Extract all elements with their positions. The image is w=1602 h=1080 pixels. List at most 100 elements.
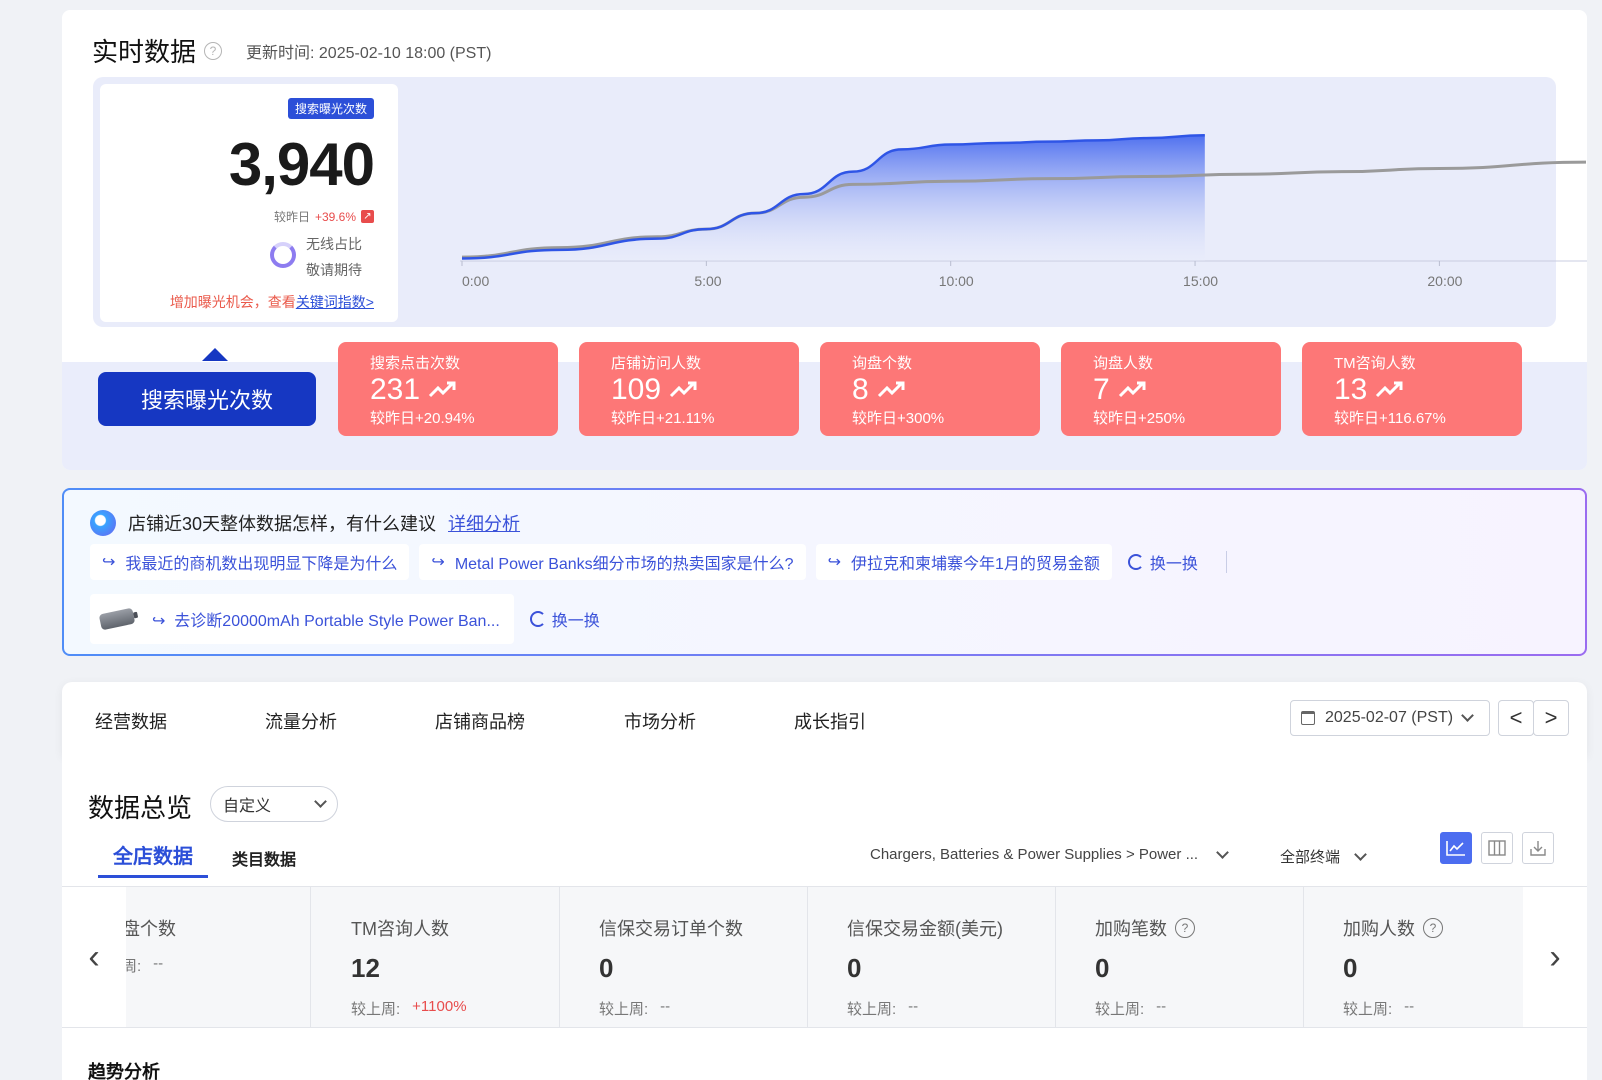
x-tick-label: 0:00 [462, 273, 489, 289]
download-button[interactable] [1522, 832, 1554, 864]
suggestion-chip[interactable]: ↪ 伊拉克和柬埔寨今年1月的贸易金额 [815, 544, 1112, 580]
suggestion-row: ↪ 我最近的商机数出现明显下降是为什么 ↪ Metal Power Banks细… [90, 544, 1227, 580]
nav-growth-guide[interactable]: 成长指引 [794, 708, 866, 734]
data-overview: 数据总览 自定义 全店数据 类目数据 Chargers, Batteries &… [62, 756, 1587, 1080]
nav-traffic-analysis[interactable]: 流量分析 [265, 708, 337, 734]
product-row: ↪ 去诊断20000mAh Portable Style Power Ban..… [90, 594, 600, 644]
kpi-value-row: 13 [1334, 373, 1522, 407]
scroll-left-button[interactable]: ‹ [62, 887, 126, 1027]
suggestion-text: Metal Power Banks细分市场的热卖国家是什么? [454, 556, 794, 573]
table-view-button[interactable] [1481, 832, 1513, 864]
kpi-card[interactable]: 店铺访问人数 109 较昨日+21.11% [579, 342, 799, 436]
stat-label: 信保交易金额(美元) [847, 919, 1003, 939]
stat-compare-value: -- [1156, 998, 1167, 1015]
stat-card: 信保交易金额(美元) 0 较上周: -- [807, 887, 1056, 1027]
help-icon[interactable]: ? [1175, 918, 1195, 938]
tip-text: 增加曝光机会，查看 [169, 294, 296, 310]
keyword-index-link[interactable]: 关键词指数> [296, 294, 374, 310]
stat-label: 信保交易订单个数 [599, 919, 743, 939]
stat-label-row: 加购笔数? [1095, 915, 1303, 941]
kpi-compare: 较昨日+20.94% [370, 410, 475, 427]
ai-question-text[interactable]: 店铺近30天整体数据怎样，有什么建议 [128, 510, 436, 536]
date-picker[interactable]: 2025-02-07 (PST) [1290, 700, 1490, 736]
stat-label: TM咨询人数 [351, 919, 449, 939]
stat-label-row: 信保交易订单个数 [599, 915, 807, 941]
x-tick-label: 15:00 [1183, 273, 1218, 289]
realtime-chart: 0:00 5:00 10:00 15:00 20:00 [460, 134, 1587, 289]
scroll-right-button[interactable]: › [1523, 887, 1587, 1027]
help-icon[interactable]: ? [1423, 918, 1443, 938]
stat-compare: 周: -- [122, 955, 310, 976]
trend-up-icon: ↗ [361, 210, 374, 223]
stat-value: 0 [599, 953, 614, 983]
refresh-icon [1127, 554, 1144, 570]
kpi-card[interactable]: 询盘个数 8 较昨日+300% [820, 342, 1040, 436]
kpi-card[interactable]: 询盘人数 7 较昨日+250% [1061, 342, 1281, 436]
swap-button[interactable]: 换一换 [1127, 550, 1198, 574]
update-time: 更新时间: 2025-02-10 18:00 (PST) [246, 44, 492, 62]
columns-icon [1488, 840, 1506, 856]
tab-category-data[interactable]: 类目数据 [232, 846, 296, 870]
kpi-card[interactable]: TM咨询人数 13 较昨日+116.67% [1302, 342, 1522, 436]
kpi-card[interactable]: 搜索点击次数 231 较昨日+20.94% [338, 342, 558, 436]
stat-compare-label: 较上周: [599, 1001, 649, 1018]
metric-tip: 增加曝光机会，查看关键词指数> [170, 292, 374, 312]
x-tick-label: 5:00 [694, 273, 721, 289]
calendar-icon [1301, 711, 1315, 725]
compare-value: +39.6% [314, 209, 356, 224]
range-select-value: 自定义 [223, 798, 272, 815]
kpi-value: 109 [611, 373, 662, 406]
stat-compare-value: -- [660, 998, 671, 1015]
category-filter[interactable]: Chargers, Batteries & Power Supplies > P… [870, 845, 1229, 863]
trend-up-icon [877, 381, 905, 398]
stat-compare-value: -- [908, 998, 919, 1015]
trend-up-icon [670, 381, 697, 398]
tab-store-data[interactable]: 全店数据 [98, 840, 208, 878]
terminal-filter[interactable]: 全部终端 [1280, 846, 1367, 867]
kpi-value: 231 [370, 373, 421, 406]
trend-up-icon [1376, 381, 1403, 398]
kpi-compare: 较昨日+21.11% [611, 410, 715, 427]
stat-compare: 较上周: -- [1095, 998, 1303, 1019]
stat-value: 0 [1095, 953, 1110, 983]
stat-compare-value: -- [1404, 998, 1415, 1015]
return-arrow-icon: ↪ [152, 613, 166, 630]
line-chart-view-button[interactable] [1440, 832, 1472, 864]
stat-card: 加购人数? 0 较上周: -- [1303, 887, 1552, 1027]
realtime-title: 实时数据 [92, 37, 197, 67]
wireless-label: 无线占比 [306, 236, 362, 252]
nav-business-data[interactable]: 经营数据 [95, 708, 167, 734]
stat-value: 0 [847, 953, 862, 983]
help-icon[interactable]: ? [204, 41, 223, 60]
prev-date-button[interactable]: < [1498, 700, 1534, 736]
stat-compare-value: -- [153, 955, 164, 972]
nav-market-analysis[interactable]: 市场分析 [624, 708, 696, 734]
stat-label: 加购人数 [1343, 919, 1415, 939]
metric-tag: 搜索曝光次数 [287, 98, 374, 119]
tab-search-exposure[interactable]: 搜索曝光次数 [98, 372, 316, 426]
metric-summary: 搜索曝光次数 3,940 较昨日 +39.6% ↗ 无线占比 敬请期待 增加曝光… [100, 84, 398, 322]
product-prompt-text: 去诊断20000mAh Portable Style Power Ban... [174, 613, 500, 630]
kpi-value-row: 109 [611, 373, 799, 407]
stat-label-row: 信保交易金额(美元) [847, 915, 1055, 941]
metric-compare: 较昨日 +39.6% ↗ [274, 208, 374, 225]
stat-compare-label: 较上周: [847, 1001, 897, 1018]
product-swap-button[interactable]: 换一换 [529, 607, 600, 631]
stat-label: 加购笔数 [1095, 919, 1167, 939]
stat-label-row: TM咨询人数 [351, 915, 559, 941]
range-select[interactable]: 自定义 [210, 786, 338, 822]
category-value: Chargers, Batteries & Power Supplies > P… [870, 846, 1199, 863]
nav-store-products[interactable]: 店铺商品榜 [435, 708, 525, 734]
detail-analysis-link[interactable]: 详细分析 [448, 510, 520, 536]
stat-card: TM咨询人数 12 较上周: +1100% [311, 887, 560, 1027]
suggestion-chip[interactable]: ↪ Metal Power Banks细分市场的热卖国家是什么? [419, 544, 806, 580]
stat-compare-value: +1100% [412, 998, 467, 1015]
product-diagnose-chip[interactable]: ↪ 去诊断20000mAh Portable Style Power Ban..… [90, 594, 514, 644]
next-date-button[interactable]: > [1533, 700, 1569, 736]
kpi-compare: 较昨日+300% [852, 410, 945, 427]
stat-compare-label: 较上周: [1095, 1001, 1145, 1018]
suggestion-chip[interactable]: ↪ 我最近的商机数出现明显下降是为什么 [90, 544, 410, 580]
stat-label-row: 盘个数 [122, 915, 310, 941]
stat-card: 加购笔数? 0 较上周: -- [1055, 887, 1304, 1027]
stat-compare-label: 较上周: [351, 1001, 401, 1018]
